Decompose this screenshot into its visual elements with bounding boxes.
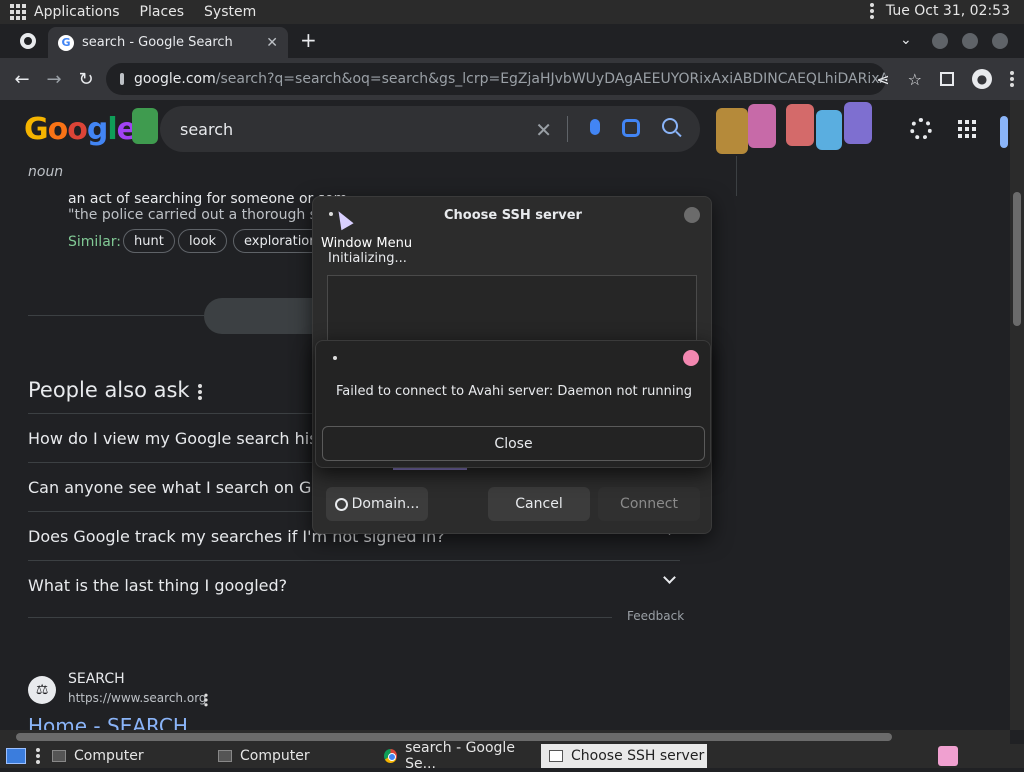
part-of-speech: noun <box>28 164 64 180</box>
top-panel: Applications Places System Tue Oct 31, 0… <box>0 0 1024 24</box>
taskbar-item-chrome[interactable]: search - Google Se... <box>376 740 541 772</box>
result-site-name[interactable]: SEARCH <box>68 671 125 687</box>
connect-button[interactable]: Connect <box>598 487 700 521</box>
feedback-link[interactable]: Feedback <box>627 609 684 623</box>
halloween-doodle-icon <box>844 102 872 144</box>
server-list[interactable] <box>327 275 697 345</box>
halloween-doodle-icon <box>816 110 842 150</box>
close-button[interactable]: Close <box>322 426 705 461</box>
lens-search-icon[interactable] <box>622 119 640 137</box>
window-menu-tooltip: Window Menu <box>321 236 413 251</box>
side-panel-icon[interactable] <box>940 72 954 86</box>
reload-icon[interactable]: ↻ <box>70 69 102 90</box>
back-arrow-icon[interactable]: ← <box>6 69 38 90</box>
bookmark-star-icon[interactable]: ☆ <box>908 70 922 89</box>
show-desktop-icon[interactable] <box>6 748 26 764</box>
definition-text: an act of searching for someone or som <box>68 191 348 207</box>
applications-grid-icon[interactable] <box>10 4 26 20</box>
settings-gear-icon[interactable] <box>910 118 932 140</box>
google-doodle-logo[interactable]: Google <box>24 112 137 147</box>
tab-google-search[interactable]: G search - Google Search ✕ <box>48 27 288 58</box>
avahi-error-dialog: Failed to connect to Avahi server: Daemo… <box>315 340 711 468</box>
error-close-icon[interactable] <box>683 350 699 366</box>
chevron-down-icon <box>663 571 676 584</box>
domain-button[interactable]: Domain... <box>326 487 428 521</box>
taskbar-item-computer-2[interactable]: Computer <box>210 744 375 768</box>
lock-icon <box>120 73 124 85</box>
taskbar-item-ssh[interactable]: Choose SSH server <box>541 744 707 768</box>
result-more-icon[interactable] <box>204 693 208 707</box>
status-text: Initializing... <box>328 251 407 266</box>
window-close-button[interactable] <box>992 33 1008 49</box>
chrome-menu-icon[interactable] <box>20 33 36 49</box>
menu-system[interactable]: System <box>204 4 256 20</box>
error-message: Failed to connect to Avahi server: Daemo… <box>336 384 692 399</box>
clock[interactable]: Tue Oct 31, 02:53 <box>886 3 1010 19</box>
browser-toolbar: ← → ↻ google.com /search?q=search&oq=sea… <box>0 58 1024 100</box>
menu-applications[interactable]: Applications <box>34 4 120 20</box>
dialog-icon <box>549 750 563 762</box>
search-box[interactable]: search ✕ <box>160 106 700 152</box>
similar-label: Similar: <box>68 234 121 250</box>
share-icon[interactable]: ⋖ <box>876 70 889 89</box>
minimize-button[interactable] <box>932 33 948 49</box>
tab-title: search - Google Search <box>82 35 233 50</box>
result-url[interactable]: https://www.search.org <box>68 691 207 705</box>
doodle-character-icon <box>132 108 158 144</box>
paa-more-icon[interactable] <box>198 384 202 400</box>
panel-kebab-icon[interactable] <box>869 3 874 19</box>
computer-icon <box>52 750 66 762</box>
result-title-link[interactable]: Home - SEARCH <box>28 714 188 730</box>
clear-search-icon[interactable]: ✕ <box>535 118 552 142</box>
maximize-button[interactable] <box>962 33 978 49</box>
halloween-doodle-icon <box>716 108 748 154</box>
vertical-scroll-thumb[interactable] <box>1013 192 1021 326</box>
chrome-icon <box>384 749 398 763</box>
similar-chip-hunt[interactable]: hunt <box>123 229 175 253</box>
halloween-doodle-icon <box>748 104 776 148</box>
new-tab-icon[interactable]: + <box>300 28 317 52</box>
address-bar[interactable]: google.com /search?q=search&oq=search&gs… <box>106 63 886 95</box>
paa-question[interactable]: What is the last thing I googled? <box>28 560 680 609</box>
computer-icon <box>218 750 232 762</box>
tab-close-icon[interactable]: ✕ <box>266 35 278 51</box>
voice-search-icon[interactable] <box>590 119 600 135</box>
globe-icon <box>334 497 348 511</box>
taskbar: Computer Computer search - Google Se... … <box>0 740 1024 772</box>
dialog-close-button[interactable] <box>684 207 700 223</box>
cancel-button[interactable]: Cancel <box>488 487 590 521</box>
window-menu-icon[interactable] <box>333 356 337 360</box>
profile-avatar-icon[interactable]: ● <box>972 69 992 89</box>
search-input[interactable]: search <box>180 120 233 139</box>
taskbar-item-computer[interactable]: Computer <box>44 744 204 768</box>
similar-chip-look[interactable]: look <box>178 229 228 253</box>
search-icon[interactable] <box>662 118 678 134</box>
chrome-more-icon[interactable] <box>1010 71 1014 87</box>
site-favicon-icon[interactable]: ⚖ <box>28 676 56 704</box>
google-apps-icon[interactable] <box>958 120 976 138</box>
halloween-doodle-icon <box>786 104 814 146</box>
url-path: /search?q=search&oq=search&gs_lcrp=EgZja… <box>215 71 886 87</box>
menu-places[interactable]: Places <box>140 4 185 20</box>
tray-app-icon[interactable] <box>938 746 958 766</box>
dialog-title: Choose SSH server <box>444 208 582 223</box>
tab-search-chevron-icon[interactable]: ⌄ <box>900 32 912 48</box>
forward-arrow-icon[interactable]: → <box>38 69 70 90</box>
google-favicon-icon: G <box>58 34 74 51</box>
definition-example: "the police carried out a thorough searc <box>68 207 348 223</box>
tab-strip: G search - Google Search ✕ + ⌄ <box>0 24 1024 58</box>
url-host: google.com <box>134 71 216 87</box>
side-panel-tab[interactable] <box>1000 116 1008 148</box>
people-also-ask-heading: People also ask <box>28 378 190 402</box>
taskbar-handle-icon[interactable] <box>36 748 40 764</box>
